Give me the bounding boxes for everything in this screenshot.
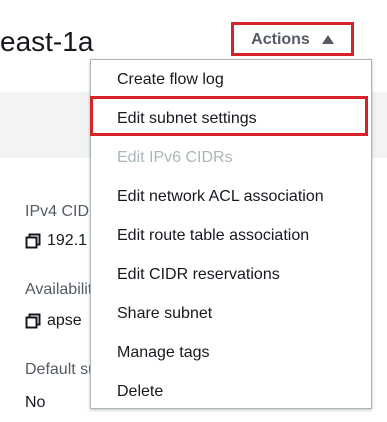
- actions-button[interactable]: Actions: [238, 27, 347, 52]
- menu-item-edit-subnet-settings[interactable]: Edit subnet settings: [91, 99, 371, 138]
- menu-item-share-subnet[interactable]: Share subnet: [91, 294, 371, 333]
- menu-item-manage-tags[interactable]: Manage tags: [91, 333, 371, 372]
- menu-item-create-flow-log[interactable]: Create flow log: [91, 60, 371, 99]
- menu-item-edit-ipv6-cidrs: Edit IPv6 CIDRs: [117, 148, 233, 166]
- actions-dropdown-menu: Create flow log Edit subnet settings Edi…: [90, 59, 372, 409]
- caret-up-icon: [321, 35, 334, 44]
- default-subnet-value: No: [25, 394, 46, 411]
- ipv4-cidr-value: 192.1: [25, 232, 87, 250]
- menu-item-edit-cidr-reservations[interactable]: Edit CIDR reservations: [91, 255, 371, 294]
- menu-item-delete[interactable]: Delete: [91, 372, 371, 411]
- page-title: east-1a: [0, 26, 94, 57]
- availability-zone-text: apse: [47, 312, 82, 329]
- ipv4-cidr-text: 192.1: [47, 232, 88, 249]
- copy-icon[interactable]: [25, 313, 41, 329]
- availability-zone-value: apse: [25, 312, 82, 330]
- menu-item-edit-network-acl-association[interactable]: Edit network ACL association: [91, 177, 371, 216]
- actions-button-label: Actions: [251, 30, 310, 48]
- copy-icon[interactable]: [25, 233, 41, 249]
- menu-item-edit-route-table-association[interactable]: Edit route table association: [91, 216, 371, 255]
